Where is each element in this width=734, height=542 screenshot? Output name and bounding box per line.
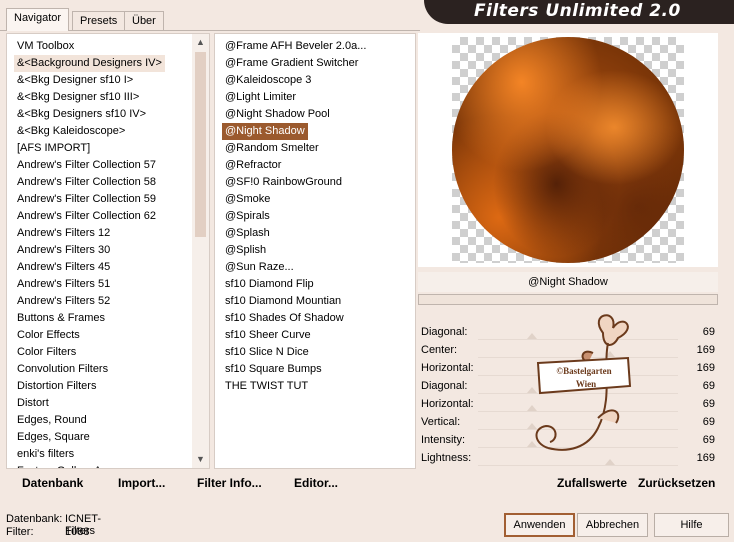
category-item[interactable]: Andrew's Filter Collection 62	[17, 208, 156, 225]
watermark-logo: ©Bastelgarten Wien	[535, 314, 632, 451]
category-item[interactable]: Andrew's Filters 52	[17, 293, 110, 310]
category-item[interactable]: &<Bkg Designers sf10 IV>	[17, 106, 146, 123]
filter-item[interactable]: @SF!0 RainbowGround	[225, 174, 342, 191]
category-item[interactable]: Andrew's Filter Collection 57	[17, 157, 156, 174]
filter-item[interactable]: @Splash	[225, 225, 270, 242]
parameter-value: 69	[702, 416, 715, 428]
category-item[interactable]: Andrew's Filters 30	[17, 242, 110, 259]
preview-filter-name: @Night Shadow	[418, 272, 718, 292]
category-list[interactable]: ▲ ▼ VM Toolbox &<Background Designers IV>…	[6, 33, 210, 469]
import-button[interactable]: Import...	[118, 474, 165, 492]
filter-item[interactable]: @Spirals	[225, 208, 270, 225]
transparency-checkerboard	[452, 37, 684, 263]
filter-item[interactable]: sf10 Square Bumps	[225, 361, 322, 378]
parameter-name: Diagonal:	[421, 326, 468, 338]
filter-item[interactable]: @Refractor	[225, 157, 281, 174]
category-item[interactable]: Distortion Filters	[17, 378, 96, 395]
category-item[interactable]: Andrew's Filter Collection 58	[17, 174, 156, 191]
reset-button[interactable]: Zurücksetzen	[638, 474, 715, 492]
filter-list[interactable]: @Frame AFH Beveler 2.0a... @Frame Gradien…	[214, 33, 416, 469]
category-item[interactable]: Edges, Square	[17, 429, 90, 446]
scroll-thumb[interactable]	[195, 52, 206, 237]
database-button[interactable]: Datenbank	[22, 474, 83, 492]
category-item[interactable]: Distort	[17, 395, 49, 412]
category-item[interactable]: enki's filters	[17, 446, 74, 463]
progress-bar	[418, 294, 718, 305]
parameter-name: Horizontal:	[421, 398, 474, 410]
category-item[interactable]: &<Background Designers IV>	[14, 55, 165, 72]
random-values-button[interactable]: Zufallswerte	[557, 474, 627, 492]
filter-item[interactable]: @Frame AFH Beveler 2.0a...	[225, 38, 366, 55]
category-item[interactable]: &<Bkg Designer sf10 III>	[17, 89, 139, 106]
banner: Filters Unlimited 2.0	[424, 0, 734, 24]
category-item[interactable]: Andrew's Filters 12	[17, 225, 110, 242]
filter-item[interactable]: @Random Smelter	[225, 140, 319, 157]
status-db-label: Datenbank:	[6, 513, 63, 525]
status-filter-label: Filter:	[6, 526, 34, 538]
category-item[interactable]: Color Filters	[17, 344, 76, 361]
filter-item[interactable]: @Sun Raze...	[225, 259, 294, 276]
filter-item[interactable]: sf10 Shades Of Shadow	[225, 310, 344, 327]
svg-text:©Bastelgarten: ©Bastelgarten	[556, 366, 611, 376]
category-item[interactable]: Andrew's Filters 51	[17, 276, 110, 293]
tab-uber[interactable]: Über	[124, 11, 164, 30]
category-item[interactable]: Edges, Round	[17, 412, 87, 429]
filter-item[interactable]: @Kaleidoscope 3	[225, 72, 311, 89]
filter-info-button[interactable]: Filter Info...	[197, 474, 262, 492]
parameter-value: 69	[702, 380, 715, 392]
filter-item[interactable]: @Splish	[225, 242, 266, 259]
filter-item[interactable]: @Frame Gradient Switcher	[225, 55, 358, 72]
parameter-name: Diagonal:	[421, 380, 468, 392]
status-database: Datenbank: ICNET-Filters	[6, 513, 101, 537]
parameter-value: 169	[696, 362, 715, 374]
category-item[interactable]: Color Effects	[17, 327, 80, 344]
tab-navigator[interactable]: Navigator	[6, 8, 70, 31]
preview-panel	[418, 33, 718, 267]
parameter-value: 69	[702, 434, 715, 446]
category-item[interactable]: &<Bkg Kaleidoscope>	[17, 123, 125, 140]
parameter-value: 69	[702, 398, 715, 410]
category-item[interactable]: VM Toolbox	[17, 38, 74, 55]
parameter-name: Horizontal:	[421, 362, 474, 374]
scroll-up-arrow-icon[interactable]: ▲	[192, 34, 209, 51]
filter-item[interactable]: @Night Shadow Pool	[225, 106, 330, 123]
category-item[interactable]: Factory Gallery A	[17, 463, 101, 468]
filter-item[interactable]: sf10 Diamond Flip	[225, 276, 314, 293]
filter-item[interactable]: sf10 Slice N Dice	[225, 344, 309, 361]
cancel-button[interactable]: Abbrechen	[577, 513, 648, 537]
parameter-name: Lightness:	[421, 452, 472, 464]
category-item[interactable]: Andrew's Filters 45	[17, 259, 110, 276]
filter-item[interactable]: THE TWIST TUT	[225, 378, 308, 395]
parameter-name: Intensity:	[421, 434, 466, 446]
category-item[interactable]: Convolution Filters	[17, 361, 108, 378]
apply-button[interactable]: Anwenden	[504, 513, 575, 537]
parameter-name: Vertical:	[421, 416, 461, 428]
filter-item[interactable]: @Smoke	[225, 191, 270, 208]
category-item[interactable]: &<Bkg Designer sf10 I>	[17, 72, 133, 89]
parameter-value: 169	[696, 452, 715, 464]
parameter-name: Center:	[421, 344, 458, 356]
category-scrollbar[interactable]: ▲ ▼	[192, 34, 209, 468]
tab-presets[interactable]: Presets	[72, 11, 126, 30]
svg-text:Wien: Wien	[576, 379, 596, 389]
filter-item[interactable]: @Light Limiter	[225, 89, 296, 106]
scroll-down-arrow-icon[interactable]: ▼	[192, 451, 209, 468]
parameter-value: 69	[702, 326, 715, 338]
category-item[interactable]: Buttons & Frames	[17, 310, 105, 327]
left-button-bar: Datenbank Import... Filter Info... Edito…	[6, 472, 414, 494]
category-item[interactable]: Andrew's Filter Collection 59	[17, 191, 156, 208]
parameter-value: 169	[696, 344, 715, 356]
filter-item[interactable]: sf10 Diamond Mountian	[225, 293, 341, 310]
banner-title: Filters Unlimited 2.0	[474, 1, 681, 21]
editor-button[interactable]: Editor...	[294, 474, 338, 492]
filter-item[interactable]: sf10 Sheer Curve	[225, 327, 311, 344]
category-item[interactable]: [AFS IMPORT]	[17, 140, 90, 157]
status-filter: Filter: 1088	[6, 526, 89, 538]
status-filter-value: 1088	[65, 526, 90, 538]
preview-image	[452, 37, 684, 263]
filter-item[interactable]: @Night Shadow	[222, 123, 308, 140]
help-button[interactable]: Hilfe	[654, 513, 729, 537]
